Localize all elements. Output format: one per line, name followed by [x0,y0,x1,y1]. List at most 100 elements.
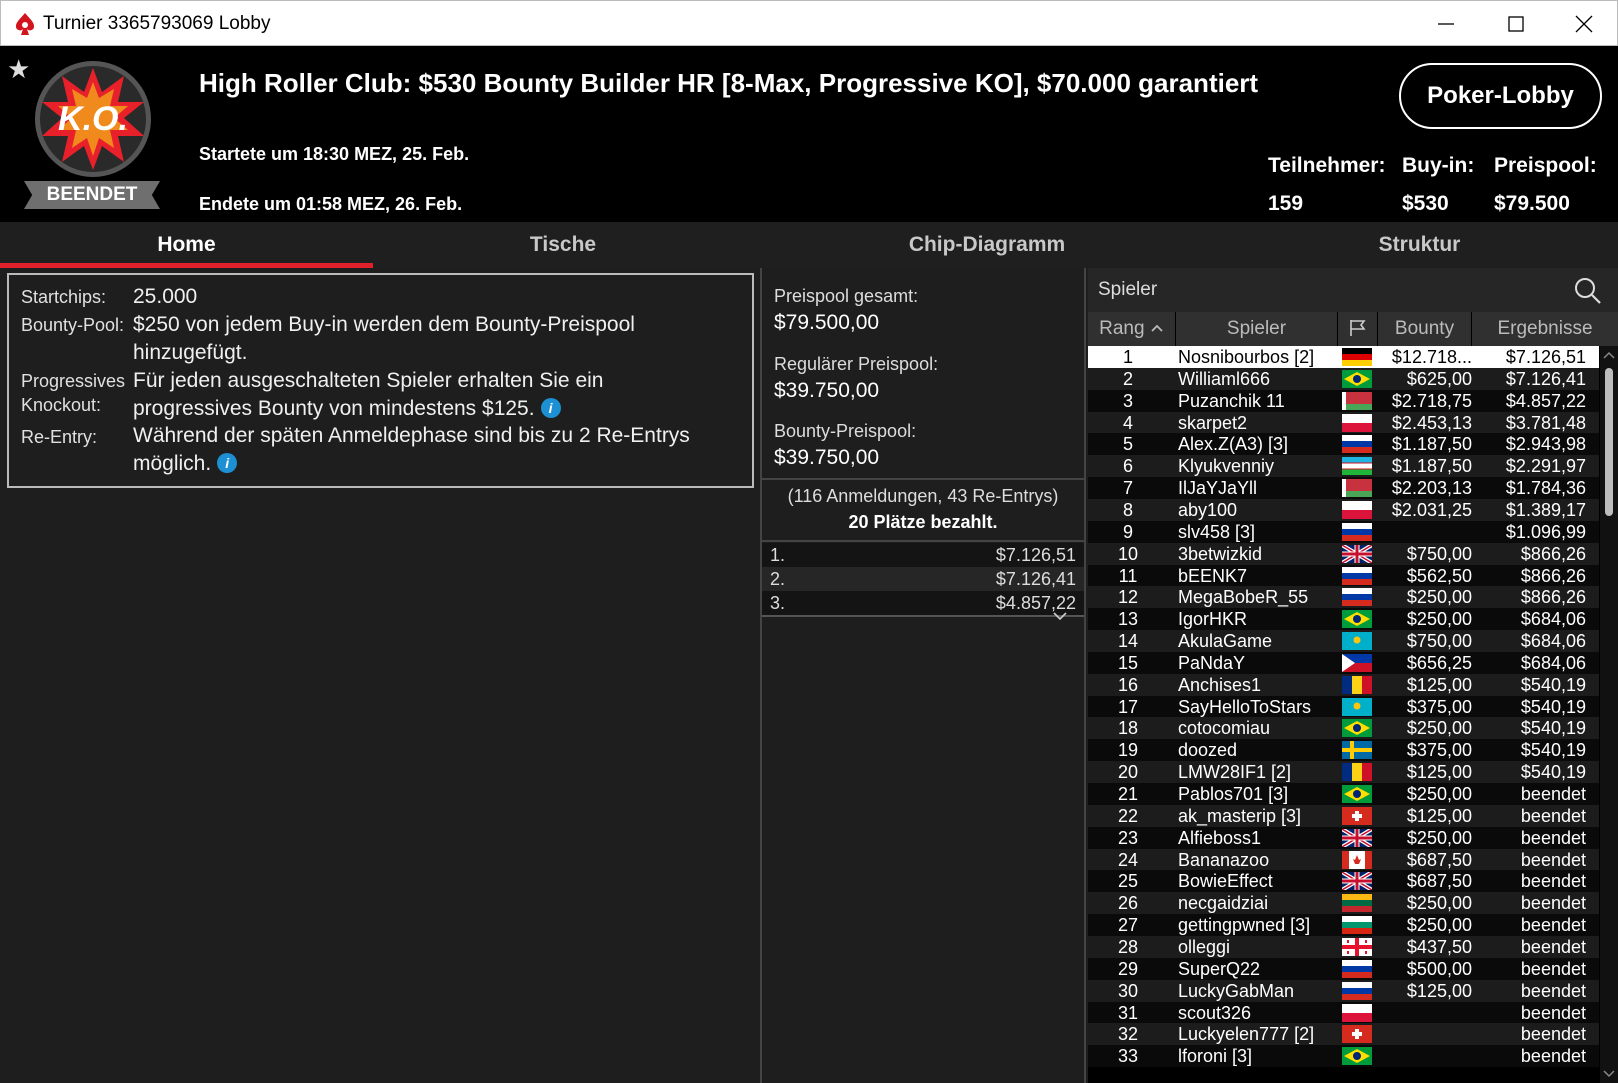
player-rank: 27 [1117,915,1139,936]
player-row[interactable]: 18 cotocomiau $250,00 $540,19 [1088,717,1599,740]
player-rank: 30 [1117,980,1139,1001]
player-result: beendet [1520,936,1586,957]
player-rows: 1 Nosnibourbos [2] $12.718... $7.126,51 2 Wil… [1088,346,1599,1083]
player-list-scrollbar[interactable] [1600,346,1618,1083]
player-bounty: $250,00 [1406,718,1472,739]
player-row[interactable]: 30 LuckyGabMan $125,00 beendet [1088,979,1599,1002]
player-row[interactable]: 11 bEENK7 $562,50 $866,26 [1088,564,1599,587]
player-row[interactable]: 9 slv458 [3] $1.096,99 [1088,520,1599,543]
info-icon[interactable]: i [540,398,561,418]
tab-chip-chart[interactable]: Chip-Diagramm [753,222,1221,268]
player-name: Pablos701 [3] [1178,784,1289,804]
column-bounty[interactable]: Bounty [1378,312,1472,346]
participants-value: 159 [1268,192,1304,215]
player-bounty: $250,00 [1406,587,1472,608]
player-result: $684,06 [1520,631,1586,652]
player-name: Anchises1 [1178,674,1262,695]
ro-flag-icon [1342,675,1372,694]
player-row[interactable]: 27 gettingpwned [3] $250,00 beendet [1088,914,1599,937]
info-icon[interactable]: i [217,453,238,473]
player-search-bar[interactable]: Spieler [1088,268,1618,312]
player-row[interactable]: 20 LMW28IF1 [2] $125,00 $540,19 [1088,761,1599,784]
player-row[interactable]: 23 Alfieboss1 $250,00 beendet [1088,826,1599,849]
player-bounty: $437,50 [1406,936,1472,957]
player-row[interactable]: 1 Nosnibourbos [2] $12.718... $7.126,51 [1088,346,1599,368]
player-result: beendet [1520,805,1586,826]
prizepool-panel: Preispool gesamt: $79.500,00 Regulärer P… [760,268,1086,1083]
player-row[interactable]: 7 IlJaYJaYll $2.203,13 $1.784,36 [1088,477,1599,500]
player-row[interactable]: 29 SuperQ22 $500,00 beendet [1088,957,1599,980]
player-row[interactable]: 10 3betwizkid $750,00 $866,26 [1088,542,1599,565]
player-name: gettingpwned [3] [1178,915,1311,936]
player-result: beendet [1520,1024,1586,1045]
player-rank: 22 [1117,805,1139,826]
player-row[interactable]: 24 Bananazoo $687,50 beendet [1088,848,1599,871]
player-row[interactable]: 21 Pablos701 [3] $250,00 beendet [1088,783,1599,805]
divider [762,615,1084,617]
column-player[interactable]: Spieler [1176,312,1338,346]
payout-amount: $7.126,51 [995,545,1076,565]
player-row[interactable]: 16 Anchises1 $125,00 $540,19 [1088,673,1599,696]
tournament-header: ★ K.O. BEENDET High Roller Club: $530 Bo… [0,46,1618,222]
player-result: $7.126,41 [1505,368,1586,389]
player-name: BowieEffect [1178,871,1273,892]
player-rank: 8 [1122,499,1133,520]
player-bounty: $125,00 [1406,674,1472,695]
player-name: SayHelloToStars [1178,696,1312,717]
player-result: $684,06 [1520,609,1586,630]
scroll-down-icon[interactable] [1603,1069,1615,1079]
player-row[interactable]: 19 doozed $375,00 $540,19 [1088,739,1599,762]
player-name: Nosnibourbos [2] [1178,347,1315,367]
scrollbar-thumb[interactable] [1605,368,1613,516]
player-row[interactable]: 33 lforoni [3] beendet [1088,1045,1599,1068]
player-row[interactable]: 12 MegaBobeR_55 $250,00 $866,26 [1088,586,1599,609]
player-row[interactable]: 25 BowieEffect $687,50 beendet [1088,870,1599,893]
tab-home[interactable]: Home [0,222,373,268]
player-result: $866,26 [1520,543,1586,564]
player-row[interactable]: 17 SayHelloToStars $375,00 $540,19 [1088,695,1599,718]
lt-flag-icon [1342,894,1372,913]
player-row[interactable]: 26 necgaidziai $250,00 beendet [1088,892,1599,915]
prizepool-label: Preispool: [1494,154,1597,177]
player-result: $540,19 [1520,740,1586,761]
player-row[interactable]: 31 scout326 beendet [1088,1001,1599,1024]
player-row[interactable]: 5 Alex.Z(A3) [3] $1.187,50 $2.943,98 [1088,433,1599,456]
player-name: slv458 [3] [1178,521,1256,542]
column-country[interactable] [1338,312,1378,346]
player-row[interactable]: 22 ak_masterip [3] $125,00 beendet [1088,804,1599,827]
player-row[interactable]: 2 Williaml666 $625,00 $7.126,41 [1088,367,1599,390]
player-rank: 3 [1122,390,1133,411]
poker-lobby-button[interactable]: Poker-Lobby [1399,63,1602,129]
player-row[interactable]: 15 PaNdaY $656,25 $684,06 [1088,651,1599,674]
player-row[interactable]: 8 aby100 $2.031,25 $1.389,17 [1088,498,1599,521]
player-bounty: $687,50 [1406,849,1472,870]
player-name: skarpet2 [1178,412,1248,433]
player-row[interactable]: 6 Klyukvenniy $1.187,50 $2.291,97 [1088,455,1599,478]
player-name: scout326 [1178,1002,1252,1023]
tab-structure[interactable]: Struktur [1221,222,1618,268]
player-result: beendet [1520,849,1586,870]
expand-payouts-chevron-icon[interactable] [1052,610,1068,622]
player-row[interactable]: 28 olleggi $437,50 beendet [1088,935,1599,958]
player-name: 3betwizkid [1178,543,1263,564]
close-button[interactable] [1549,1,1618,47]
player-row[interactable]: 13 IgorHKR $250,00 $684,06 [1088,608,1599,631]
player-row[interactable]: 14 AkulaGame $750,00 $684,06 [1088,630,1599,653]
player-rank: 10 [1117,543,1139,564]
minimize-button[interactable] [1411,1,1481,47]
column-rank[interactable]: Rang [1088,312,1176,346]
player-row[interactable]: 3 Puzanchik 11 $2.718,75 $4.857,22 [1088,389,1599,412]
player-row[interactable]: 4 skarpet2 $2.453,13 $3.781,48 [1088,411,1599,434]
progressive-value-wrap: Für jeden ausgeschalteten Spieler erhalt… [133,367,723,423]
reentry-label: Re-Entry: [21,427,98,447]
scroll-up-icon[interactable] [1603,350,1615,360]
search-icon[interactable] [1572,275,1602,305]
maximize-button[interactable] [1481,1,1551,47]
player-row[interactable]: 32 Luckyelen777 [2] beendet [1088,1023,1599,1046]
tab-tables[interactable]: Tische [373,222,753,268]
player-rank: 2 [1122,368,1133,389]
favorite-star-icon[interactable]: ★ [7,54,30,85]
player-result: $1.784,36 [1505,478,1586,499]
column-results[interactable]: Ergebnisse [1472,312,1618,346]
payout-row: 1. $7.126,51 [762,543,1084,567]
